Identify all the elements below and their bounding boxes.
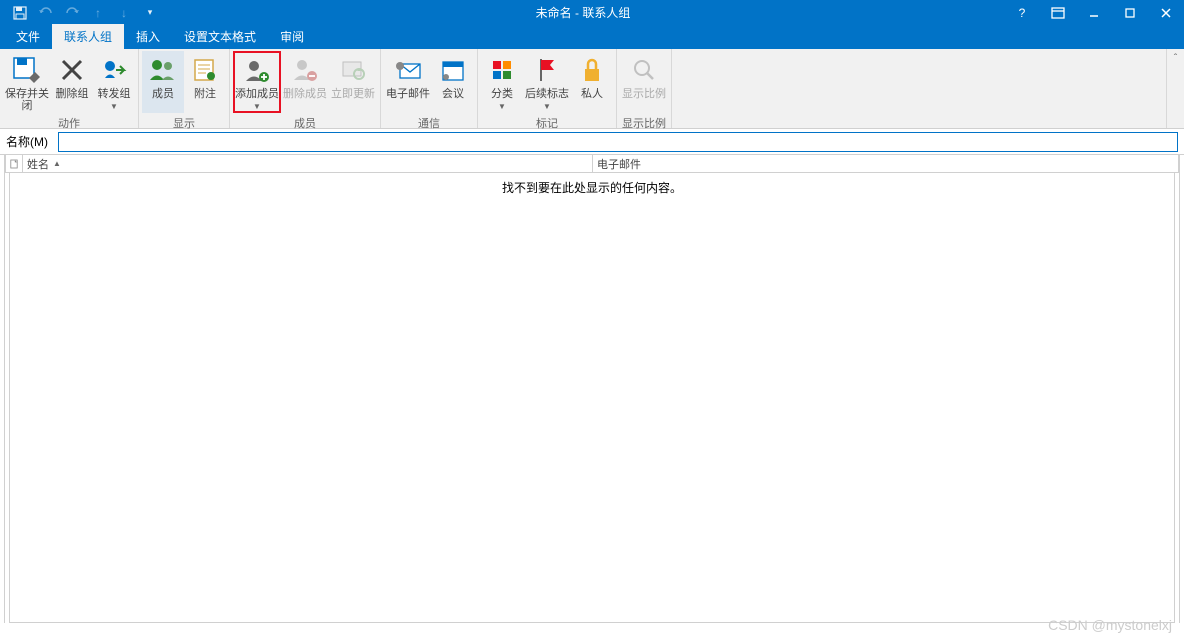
members-icon (147, 54, 179, 86)
ribbon: 保存并关闭 删除组 转发组 ▼ 动作 (0, 49, 1184, 129)
sort-asc-icon: ▲ (53, 159, 61, 168)
ribbon-group-actions: 保存并关闭 删除组 转发组 ▼ 动作 (0, 49, 139, 128)
update-now-button[interactable]: 立即更新 (329, 51, 377, 113)
tab-contact-group[interactable]: 联系人组 (52, 24, 124, 49)
help-button[interactable]: ? (1004, 0, 1040, 25)
add-member-button[interactable]: 添加成员 ▼ (233, 51, 281, 113)
name-input[interactable] (58, 132, 1178, 152)
members-button[interactable]: 成员 (142, 51, 184, 113)
quick-access-toolbar: ↑ ↓ ▾ (0, 2, 162, 24)
save-close-icon (11, 54, 43, 86)
ribbon-group-members: 添加成员 ▼ 删除成员 立即更新 成员 (230, 49, 381, 128)
ribbon-tabs: 文件 联系人组 插入 设置文本格式 审阅 (0, 25, 1184, 49)
ribbon-group-show: 成员 附注 显示 (139, 49, 230, 128)
undo-icon[interactable] (34, 2, 58, 24)
window-controls: ? (1004, 0, 1184, 25)
qat-customize-icon[interactable]: ▾ (138, 2, 162, 24)
ribbon-group-communicate: 电子邮件 会议 通信 (381, 49, 478, 128)
name-row: 名称(M) (0, 129, 1184, 155)
delete-icon (56, 54, 88, 86)
dropdown-arrow-icon: ▼ (498, 102, 506, 111)
categorize-button[interactable]: 分类 ▼ (481, 51, 523, 113)
zoom-icon (628, 54, 660, 86)
member-list[interactable]: 找不到要在此处显示的任何内容。 (9, 173, 1175, 623)
delete-group-button[interactable]: 删除组 (51, 51, 93, 113)
redo-icon[interactable] (60, 2, 84, 24)
meeting-icon (437, 54, 469, 86)
email-button[interactable]: 电子邮件 (384, 51, 432, 113)
tab-insert[interactable]: 插入 (124, 24, 172, 49)
forward-icon (98, 54, 130, 86)
followup-button[interactable]: 后续标志 ▼ (523, 51, 571, 113)
column-email[interactable]: 电子邮件 (593, 155, 1179, 172)
maximize-button[interactable] (1112, 0, 1148, 25)
flag-icon (531, 54, 563, 86)
zoom-button[interactable]: 显示比例 (620, 51, 668, 113)
name-label: 名称(M) (6, 133, 58, 150)
tab-format-text[interactable]: 设置文本格式 (172, 24, 268, 49)
empty-message: 找不到要在此处显示的任何内容。 (10, 173, 1174, 202)
remove-member-button[interactable]: 删除成员 (281, 51, 329, 113)
down-arrow-icon[interactable]: ↓ (112, 2, 136, 24)
save-icon[interactable] (8, 2, 32, 24)
dropdown-arrow-icon: ▼ (543, 102, 551, 111)
notes-icon (189, 54, 221, 86)
tab-review[interactable]: 审阅 (268, 24, 316, 49)
categorize-icon (486, 54, 518, 86)
dropdown-arrow-icon: ▼ (253, 102, 261, 111)
ribbon-group-tags: 分类 ▼ 后续标志 ▼ 私人 标记 (478, 49, 617, 128)
forward-group-button[interactable]: 转发组 ▼ (93, 51, 135, 113)
column-icon[interactable] (5, 155, 23, 172)
tab-file[interactable]: 文件 (4, 24, 52, 49)
lock-icon (576, 54, 608, 86)
notes-button[interactable]: 附注 (184, 51, 226, 113)
remove-member-icon (289, 54, 321, 86)
column-name[interactable]: 姓名 ▲ (23, 155, 593, 172)
private-button[interactable]: 私人 (571, 51, 613, 113)
window-title: 未命名 - 联系人组 (162, 4, 1004, 21)
close-button[interactable] (1148, 0, 1184, 25)
dropdown-arrow-icon: ▼ (110, 102, 118, 111)
watermark: CSDN @mystonelxj (1048, 617, 1172, 633)
ribbon-group-zoom: 显示比例 显示比例 (617, 49, 672, 128)
add-member-icon (241, 56, 273, 86)
email-icon (392, 54, 424, 86)
minimize-button[interactable] (1076, 0, 1112, 25)
list-header: 姓名 ▲ 电子邮件 (5, 155, 1179, 173)
save-close-button[interactable]: 保存并关闭 (3, 51, 51, 113)
ribbon-display-button[interactable] (1040, 0, 1076, 25)
collapse-ribbon-button[interactable]: ˆ (1166, 49, 1184, 128)
titlebar: ↑ ↓ ▾ 未命名 - 联系人组 ? (0, 0, 1184, 25)
update-icon (337, 54, 369, 86)
up-arrow-icon[interactable]: ↑ (86, 2, 110, 24)
meeting-button[interactable]: 会议 (432, 51, 474, 113)
